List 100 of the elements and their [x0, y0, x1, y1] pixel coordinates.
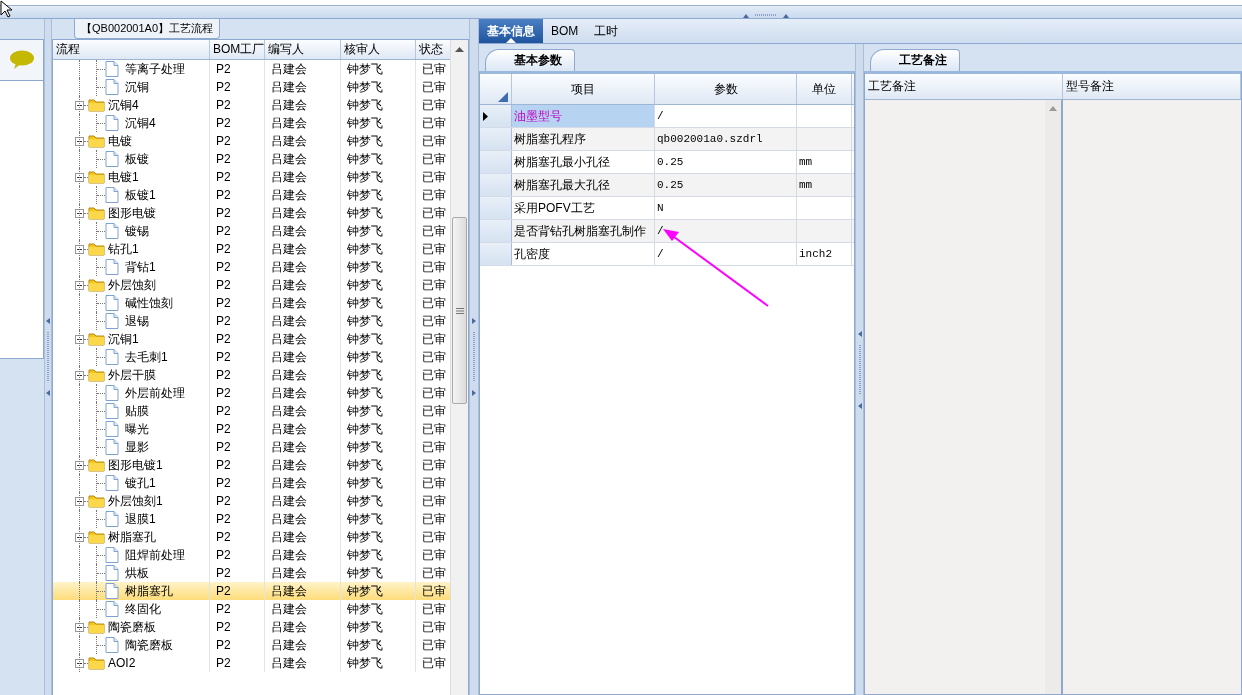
- scrollbar-thumb[interactable]: [452, 217, 467, 404]
- tree-toggle-icon[interactable]: [75, 208, 84, 218]
- tree-toggle-icon[interactable]: [75, 658, 84, 668]
- section-tab[interactable]: 基本参数: [485, 49, 575, 71]
- column-header[interactable]: 型号备注: [1063, 74, 1241, 99]
- tab[interactable]: BOM: [543, 19, 587, 43]
- node-label: 电镀: [108, 132, 132, 150]
- tree-toggle-icon[interactable]: [75, 460, 84, 470]
- table-cell: /: [655, 243, 797, 265]
- document-icon: [105, 79, 119, 95]
- table-row[interactable]: 油墨型号 /: [480, 105, 854, 128]
- document-icon: [105, 313, 119, 329]
- column-header[interactable]: 编写人: [265, 40, 341, 59]
- grip-icon: [455, 307, 464, 314]
- tab[interactable]: 工时: [586, 19, 627, 43]
- document-icon: [105, 151, 119, 167]
- folder-icon: [88, 458, 105, 472]
- node-label: 镀锡: [125, 222, 149, 240]
- scrollbar[interactable]: [450, 40, 468, 695]
- scrollbar[interactable]: [1045, 100, 1061, 694]
- column-header[interactable]: BOM工厂: [210, 40, 265, 59]
- node-label: 退膜1: [125, 510, 156, 528]
- splitter-grip-icon[interactable]: [46, 317, 50, 397]
- table-cell: /: [655, 105, 797, 127]
- tree-toggle-icon[interactable]: [75, 622, 84, 632]
- section-tab[interactable]: 工艺备注: [870, 49, 960, 71]
- node-label: 沉铜4: [125, 114, 156, 132]
- table-cell: mm: [797, 151, 852, 173]
- node-label: 板镀: [125, 150, 149, 168]
- document-icon: [105, 637, 119, 653]
- column-header[interactable]: 单位: [797, 74, 852, 104]
- column-header[interactable]: 参数: [655, 74, 797, 104]
- tree-toggle-icon[interactable]: [75, 172, 84, 182]
- table-row[interactable]: 孔密度 / inch2: [480, 243, 854, 266]
- node-label: 沉铜4: [108, 96, 139, 114]
- document-icon: [105, 547, 119, 563]
- splitter-grip-icon[interactable]: [857, 329, 862, 410]
- node-label: 陶瓷磨板: [108, 618, 156, 636]
- table-cell: N: [655, 197, 797, 219]
- splitter-grip-icon[interactable]: [741, 12, 791, 18]
- column-header[interactable]: 工艺备注: [865, 74, 1063, 99]
- column-header[interactable]: 核审人: [341, 40, 416, 59]
- table-row[interactable]: 树脂塞孔最小孔径 0.25 mm: [480, 151, 854, 174]
- node-label: 退锡: [125, 312, 149, 330]
- folder-icon: [88, 206, 105, 220]
- folder-icon: [88, 620, 105, 634]
- tree-toggle-icon[interactable]: [75, 532, 84, 542]
- document-icon: [105, 349, 119, 365]
- document-icon: [105, 61, 119, 77]
- table-row[interactable]: 采用POFV工艺 N: [480, 197, 854, 220]
- document-icon: [105, 115, 119, 131]
- tree-toggle-icon[interactable]: [75, 280, 84, 290]
- table-cell: inch2: [797, 243, 852, 265]
- tree-toggle-icon[interactable]: [75, 334, 84, 344]
- document-icon: [105, 223, 119, 239]
- tree-toggle-icon[interactable]: [75, 100, 84, 110]
- column-header[interactable]: 项目: [512, 74, 655, 104]
- tab[interactable]: 基本信息: [479, 19, 543, 43]
- node-label: 电镀1: [108, 168, 139, 186]
- node-label: AOI2: [108, 656, 136, 670]
- folder-icon: [88, 530, 105, 544]
- table-cell: 树脂塞孔最小孔径: [512, 151, 655, 173]
- tree-toggle-icon[interactable]: [75, 496, 84, 506]
- table-cell: 钟梦飞: [341, 654, 416, 672]
- node-label: 等离子处理: [125, 60, 185, 78]
- node-label: 终固化: [125, 600, 161, 618]
- table-cell: qb002001a0.szdrl: [655, 128, 797, 150]
- document-icon: [105, 187, 119, 203]
- table-row[interactable]: 是否背钻孔树脂塞孔制作 /: [480, 220, 854, 243]
- table-cell: 吕建会: [265, 654, 341, 672]
- node-label: 沉铜1: [108, 330, 139, 348]
- tree-row[interactable]: 树脂塞孔 P2 吕建会 钟梦飞 已审: [53, 582, 450, 600]
- table-cell: 是否背钻孔树脂塞孔制作: [512, 220, 655, 242]
- table-cell: P2: [210, 654, 265, 672]
- table-cell: 采用POFV工艺: [512, 197, 655, 219]
- document-icon: [105, 511, 119, 527]
- document-icon: [105, 421, 119, 437]
- column-header[interactable]: 流程: [53, 40, 210, 59]
- document-icon: [105, 403, 119, 419]
- folder-icon: [88, 332, 105, 346]
- folder-icon: [88, 494, 105, 508]
- panel-title-tab[interactable]: 【QB002001A0】工艺流程: [74, 19, 221, 39]
- node-label: 烘板: [125, 564, 149, 582]
- node-label: 显影: [125, 438, 149, 456]
- table-row[interactable]: 树脂塞孔程序 qb002001a0.szdrl: [480, 128, 854, 151]
- table-row[interactable]: 树脂塞孔最大孔径 0.25 mm: [480, 174, 854, 197]
- document-icon: [105, 385, 119, 401]
- folder-icon: [88, 242, 105, 256]
- scroll-up-icon[interactable]: [455, 46, 464, 52]
- document-icon: [105, 601, 119, 617]
- table-cell: 树脂塞孔最大孔径: [512, 174, 655, 196]
- node-label: 外层蚀刻: [108, 276, 156, 294]
- tree-toggle-icon[interactable]: [75, 370, 84, 380]
- node-label: 钻孔1: [108, 240, 139, 258]
- document-icon: [105, 439, 119, 455]
- node-label: 外层干膜: [108, 366, 156, 384]
- current-row-icon: [483, 111, 488, 121]
- tree-toggle-icon[interactable]: [75, 244, 84, 254]
- splitter-grip-icon[interactable]: [472, 317, 476, 397]
- tree-toggle-icon[interactable]: [75, 136, 84, 146]
